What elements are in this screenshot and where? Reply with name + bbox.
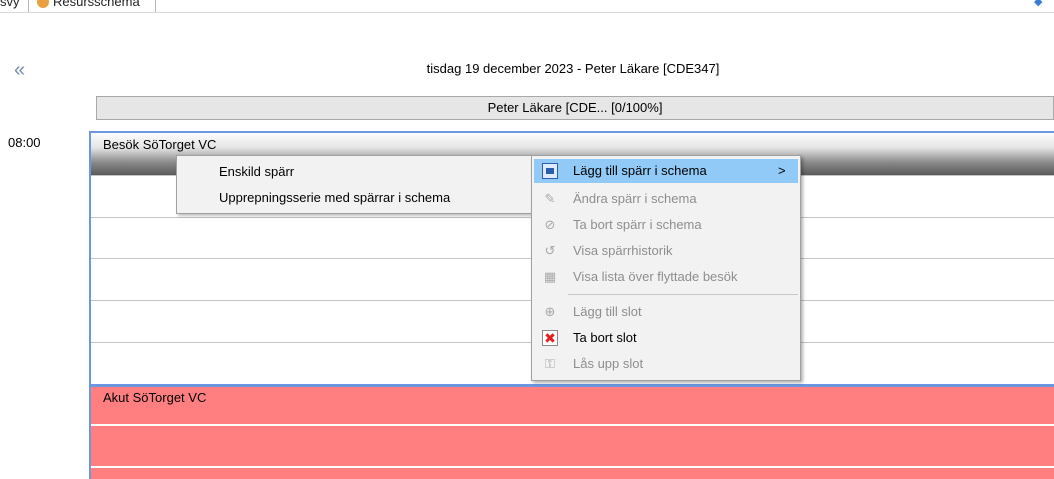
- menu-item-remove-block[interactable]: ⊘ Ta bort spärr i schema: [534, 213, 798, 237]
- menu-item-block-history[interactable]: ↺ Visa spärrhistorik: [534, 239, 798, 263]
- submenu-item-recurring-series[interactable]: Upprepningsserie med spärrar i schema: [219, 190, 450, 205]
- menu-item-label: Visa spärrhistorik: [573, 243, 673, 258]
- pin-icon[interactable]: ◆: [1034, 0, 1044, 8]
- no-entry-icon: ⊘: [544, 217, 556, 232]
- resource-schedule-icon: [37, 0, 49, 8]
- chevron-right-icon: >: [778, 163, 786, 178]
- menu-item-add-block[interactable]: Lägg till spärr i schema >: [534, 159, 798, 183]
- menu-item-edit-block[interactable]: ✎ Ändra spärr i schema: [534, 187, 798, 211]
- tab-previous[interactable]: svy: [0, 0, 20, 9]
- block-schedule-icon: [542, 163, 558, 179]
- menu-item-label: Lägg till slot: [573, 304, 642, 319]
- slot-divider: [91, 466, 1054, 468]
- time-label: 08:00: [8, 135, 41, 150]
- history-icon: ↺: [544, 243, 556, 258]
- add-circle-icon: ⊕: [544, 304, 556, 319]
- pencil-icon: ✎: [544, 191, 556, 206]
- menu-item-remove-slot[interactable]: ✖ Ta bort slot: [534, 326, 798, 350]
- tab-strip: svy Resursschema ◆: [0, 0, 1054, 13]
- menu-item-unlock-slot[interactable]: ⚿ Lås upp slot: [534, 352, 798, 376]
- menu-item-label: Ta bort slot: [573, 330, 637, 345]
- unlock-icon: ⚿: [545, 356, 555, 371]
- submenu-add-block: Enskild spärr Upprepningsserie med spärr…: [176, 155, 533, 214]
- menu-item-label: Ändra spärr i schema: [573, 191, 697, 206]
- remove-slot-icon: ✖: [542, 330, 558, 346]
- context-menu: Lägg till spärr i schema > ✎ Ändra spärr…: [531, 155, 801, 381]
- menu-item-moved-visits[interactable]: ▦ Visa lista över flyttade besök: [534, 265, 798, 289]
- menu-item-label: Lägg till spärr i schema: [573, 163, 707, 178]
- day-title: tisdag 19 december 2023 - Peter Läkare […: [426, 61, 720, 76]
- resource-column-header[interactable]: Peter Läkare [CDE... [0/100%]: [96, 96, 1054, 120]
- calendar-icon: ▦: [543, 269, 557, 284]
- submenu-item-single-block[interactable]: Enskild spärr: [219, 164, 294, 179]
- menu-item-label: Lås upp slot: [573, 356, 644, 371]
- menu-item-label: Visa lista över flyttade besök: [573, 269, 738, 284]
- tab-resursschema[interactable]: Resursschema: [53, 0, 140, 9]
- schedule-block-title: Besök SöTorget VC: [103, 137, 217, 152]
- tab-divider: [155, 0, 156, 12]
- menu-separator: [568, 294, 798, 295]
- schedule-block-title: Akut SöTorget VC: [103, 390, 207, 405]
- tab-divider: [28, 0, 29, 12]
- menu-item-add-slot[interactable]: ⊕ Lägg till slot: [534, 300, 798, 324]
- collapse-left-icon[interactable]: «: [14, 60, 25, 80]
- menu-item-label: Ta bort spärr i schema: [573, 217, 702, 232]
- slot-divider: [91, 424, 1054, 426]
- schedule-block-akut[interactable]: [89, 384, 1054, 479]
